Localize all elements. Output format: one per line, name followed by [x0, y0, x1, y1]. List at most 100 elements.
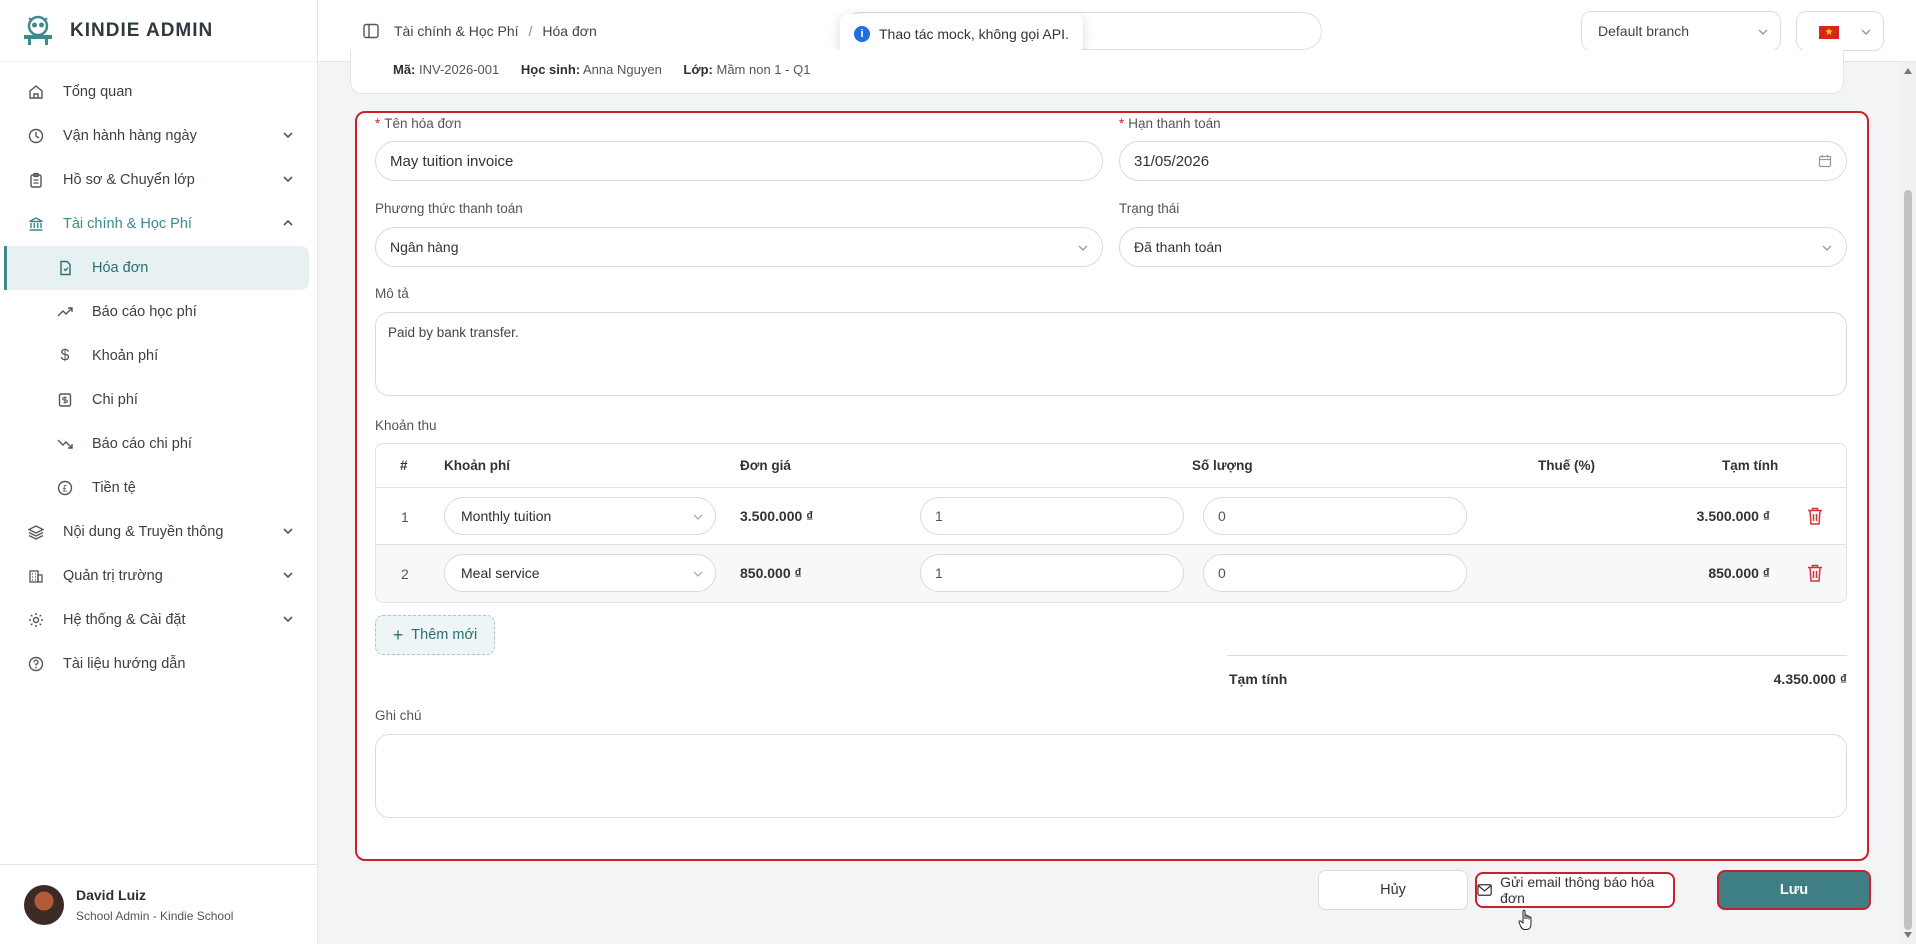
status-label: Trạng thái: [1119, 201, 1180, 216]
sidebar: KINDIE ADMIN Tổng quan Vận hành hàng ngà…: [0, 0, 318, 944]
user-profile[interactable]: David Luiz School Admin - Kindie School: [0, 864, 318, 944]
unit-price: 3.500.000 ₫: [740, 508, 814, 524]
due-date-label: * Hạn thanh toán: [1119, 116, 1221, 131]
fee-value: Monthly tuition: [461, 508, 552, 524]
save-button[interactable]: Lưu: [1717, 870, 1871, 910]
chevron-down-icon: [693, 514, 703, 520]
chevron-down-icon: [1822, 245, 1832, 251]
scroll-down-arrow-icon[interactable]: [1904, 932, 1912, 938]
student-name: Anna Nguyen: [583, 62, 662, 77]
sidebar-subitem-tuition-report[interactable]: Báo cáo học phí: [4, 290, 309, 334]
chevron-up-icon: [283, 219, 293, 226]
breadcrumb: Tài chính & Học Phí / Hóa đơn: [362, 22, 597, 40]
send-email-label: Gửi email thông báo hóa đơn: [1500, 874, 1655, 906]
quantity-input[interactable]: 1: [920, 554, 1184, 592]
sidebar-item-label: Vận hành hàng ngày: [63, 128, 197, 144]
sidebar-subitem-label: Hóa đơn: [92, 260, 149, 276]
chevron-down-icon: [283, 616, 293, 623]
send-email-button[interactable]: Gửi email thông báo hóa đơn: [1475, 872, 1675, 908]
info-icon: i: [854, 26, 870, 42]
scroll-up-arrow-icon[interactable]: [1904, 68, 1912, 74]
user-role: School Admin - Kindie School: [76, 908, 234, 923]
sidebar-subitem-label: Báo cáo chi phí: [92, 436, 192, 452]
col-subtotal: Tạm tính: [1722, 458, 1779, 473]
cancel-button[interactable]: Hủy: [1318, 870, 1468, 910]
sidebar-subitem-expenses[interactable]: Chi phí: [4, 378, 309, 422]
breadcrumb-item[interactable]: Tài chính & Học Phí: [394, 23, 519, 39]
brand-name: KINDIE ADMIN: [70, 19, 214, 41]
description-value: Paid by bank transfer.: [388, 325, 519, 340]
chevron-down-icon: [283, 528, 293, 535]
sidebar-item-label: Nội dung & Truyền thông: [63, 524, 224, 540]
sidebar-item-label: Quản trị trường: [63, 568, 163, 584]
sidebar-subitem-currency[interactable]: £ Tiền tệ: [4, 466, 309, 510]
code-label: Mã:: [393, 62, 416, 77]
toast-message: Thao tác mock, không gọi API.: [879, 26, 1069, 42]
sidebar-item-label: Tài chính & Học Phí: [63, 216, 192, 232]
unit-price: 850.000 ₫: [740, 565, 802, 581]
description-label: Mô tả: [375, 286, 409, 301]
calendar-icon: [1818, 155, 1832, 168]
add-line-item-button[interactable]: + Thêm mới: [375, 615, 495, 655]
user-name: David Luiz: [76, 886, 147, 903]
note-textarea[interactable]: [375, 734, 1847, 818]
building-icon: [27, 567, 45, 585]
receipt-icon: [56, 391, 74, 409]
add-button-label: Thêm mới: [411, 627, 478, 643]
chevron-down-icon: [283, 572, 293, 579]
currency-icon: £: [56, 479, 74, 497]
sidebar-item-content[interactable]: Nội dung & Truyền thông: [0, 510, 317, 554]
status-select[interactable]: Đã thanh toán: [1119, 227, 1847, 267]
avatar: [24, 884, 64, 925]
brand[interactable]: KINDIE ADMIN: [0, 0, 317, 62]
sidebar-item-docs[interactable]: Tài liệu hướng dẫn: [0, 642, 317, 686]
language-select[interactable]: ★: [1796, 11, 1884, 51]
invoice-name-input[interactable]: May tuition invoice: [375, 141, 1103, 181]
scrollbar-thumb[interactable]: [1904, 190, 1912, 930]
clock-icon: [27, 127, 45, 145]
trash-icon[interactable]: [1806, 506, 1824, 526]
fee-select[interactable]: Monthly tuition: [444, 497, 716, 535]
chevron-down-icon: [283, 132, 293, 139]
trending-up-icon: [56, 303, 74, 321]
col-index: #: [400, 458, 408, 473]
layers-icon: [27, 523, 45, 541]
sidebar-item-daily-ops[interactable]: Vận hành hàng ngày: [0, 114, 317, 158]
description-textarea[interactable]: Paid by bank transfer.: [375, 312, 1847, 396]
due-date-picker[interactable]: 31/05/2026: [1119, 141, 1847, 181]
sidebar-nav: Tổng quan Vận hành hàng ngày Hồ sơ & Chu…: [0, 62, 317, 686]
sidebar-item-overview[interactable]: Tổng quan: [0, 70, 317, 114]
sidebar-item-school-admin[interactable]: Quản trị trường: [0, 554, 317, 598]
sidebar-subitem-expense-report[interactable]: Báo cáo chi phí: [4, 422, 309, 466]
sidebar-subitem-fees[interactable]: $ Khoản phí: [4, 334, 309, 378]
page-scrollbar[interactable]: [1900, 62, 1916, 944]
sidebar-toggle-icon[interactable]: [362, 22, 380, 40]
help-icon: [27, 655, 45, 673]
note-label: Ghi chú: [375, 708, 422, 723]
line-items-table: # Khoản phí Đơn giá Số lượng Thuế (%) Tạ…: [375, 443, 1847, 603]
gear-icon: [27, 611, 45, 629]
payment-method-select[interactable]: Ngân hàng: [375, 227, 1103, 267]
sidebar-item-finance[interactable]: Tài chính & Học Phí: [0, 202, 317, 246]
trash-icon[interactable]: [1806, 563, 1824, 583]
sidebar-subitem-invoices[interactable]: Hóa đơn: [4, 246, 309, 290]
fee-select[interactable]: Meal service: [444, 554, 716, 592]
sidebar-subitem-label: Báo cáo học phí: [92, 304, 197, 320]
quantity-input[interactable]: 1: [920, 497, 1184, 535]
quantity-value: 1: [935, 565, 943, 581]
chevron-down-icon: [1758, 29, 1768, 35]
sidebar-item-label: Hệ thống & Cài đặt: [63, 612, 186, 628]
tax-input[interactable]: 0: [1203, 554, 1467, 592]
col-quantity: Số lượng: [1192, 458, 1253, 473]
due-date-value: 31/05/2026: [1134, 152, 1210, 170]
plus-icon: +: [392, 624, 404, 645]
sidebar-item-records[interactable]: Hồ sơ & Chuyển lớp: [0, 158, 317, 202]
row-subtotal: 3.500.000 ₫: [1696, 508, 1770, 524]
home-icon: [27, 83, 45, 101]
mail-icon: [1477, 884, 1492, 896]
sidebar-item-settings[interactable]: Hệ thống & Cài đặt: [0, 598, 317, 642]
clipboard-icon: [27, 171, 45, 189]
tax-input[interactable]: 0: [1203, 497, 1467, 535]
branch-value: Default branch: [1598, 23, 1690, 39]
branch-select[interactable]: Default branch: [1581, 11, 1781, 51]
